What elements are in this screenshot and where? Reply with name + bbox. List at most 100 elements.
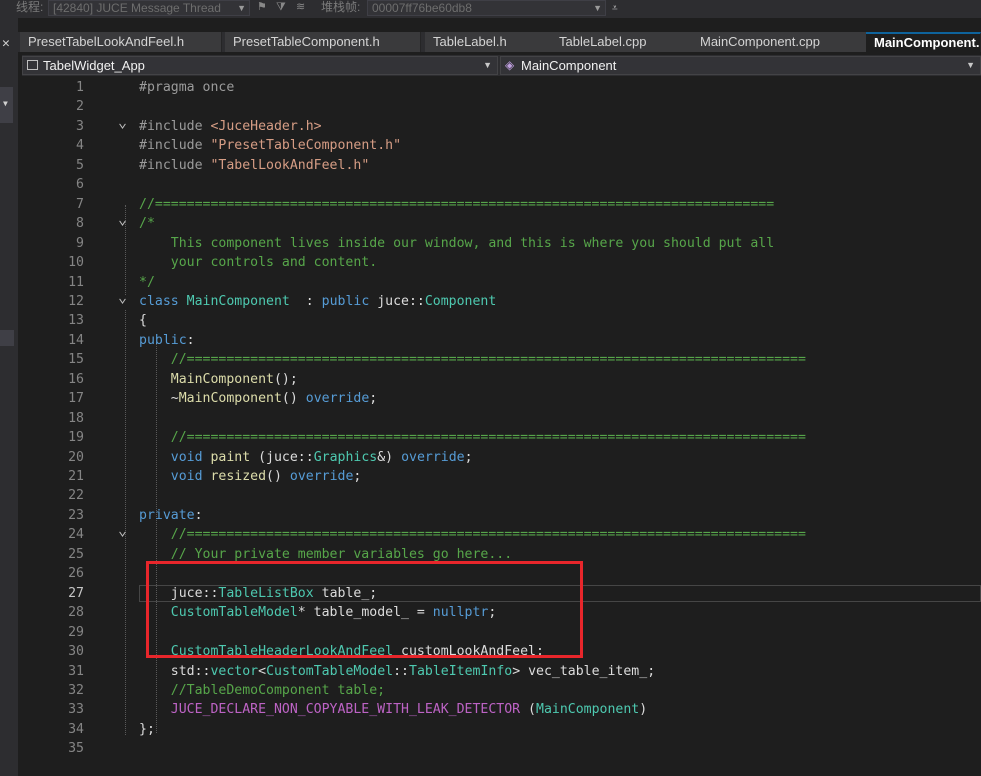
fold-toggle-icon[interactable]: ⌄: [118, 521, 127, 540]
code-token: TableItemInfo: [409, 663, 513, 679]
code-line[interactable]: 15 //===================================…: [22, 350, 981, 369]
line-number: 3: [76, 118, 84, 134]
code-text: //======================================…: [139, 350, 806, 369]
code-line[interactable]: 3 ⌄ #include <JuceHeader.h>: [22, 113, 981, 136]
tab-preset-tabel-look-and-feel-h[interactable]: PresetTabelLookAndFeel.h: [20, 32, 222, 52]
code-line[interactable]: 4 #include "PresetTableComponent.h": [22, 136, 981, 155]
code-token: override: [305, 391, 370, 407]
code-line[interactable]: 24 ⌄ //==================================…: [22, 521, 981, 544]
fold-toggle-icon[interactable]: ⌄: [118, 288, 127, 307]
code-token: ): [639, 702, 648, 718]
tab-main-component-h[interactable]: MainComponent.h: [866, 32, 981, 52]
code-token: your controls and content.: [139, 255, 378, 271]
code-line[interactable]: 34};: [22, 720, 981, 739]
annotation-highlight-box: [146, 561, 583, 658]
tab-preset-table-component-h[interactable]: PresetTableComponent.h: [225, 32, 421, 52]
code-line[interactable]: 1 #pragma once: [22, 78, 981, 97]
code-line[interactable]: 21 void resized() override;: [22, 467, 981, 486]
code-line[interactable]: 6: [22, 175, 981, 194]
debug-toolbar: 线程: [42840] JUCE Message Thread ▼ ⚑ ⧩ ≋ …: [0, 0, 981, 18]
threads-icon[interactable]: ≋: [296, 0, 305, 14]
line-number: 30: [68, 644, 84, 660]
code-line[interactable]: 14 public:: [22, 331, 981, 350]
code-token: /*: [139, 216, 155, 232]
code-token: resized: [210, 469, 267, 484]
code-line[interactable]: 8 ⌄ /*: [22, 210, 981, 233]
code-token: <JuceHeader.h>: [210, 118, 322, 134]
code-text: class MainComponent : public juce::Compo…: [139, 292, 496, 311]
code-line[interactable]: 23 private:: [22, 506, 981, 525]
code-line[interactable]: 22: [22, 486, 981, 505]
tab-main-component-cpp[interactable]: MainComponent.cpp: [692, 32, 867, 52]
line-number: 13: [68, 313, 84, 329]
filter-icon[interactable]: ⧩: [276, 0, 286, 14]
thread-select[interactable]: [42840] JUCE Message Thread ▼: [48, 0, 250, 16]
tab-table-label-cpp[interactable]: TableLabel.cpp: [551, 32, 694, 52]
code-line[interactable]: 33 JUCE_DECLARE_NON_COPYABLE_WITH_LEAK_D…: [22, 700, 981, 719]
code-line[interactable]: 18: [22, 409, 981, 428]
code-token: override: [401, 449, 465, 465]
tab-table-label-h[interactable]: TableLabel.h: [425, 32, 553, 52]
code-line[interactable]: 32 //TableDemoComponent table;: [22, 681, 981, 700]
code-line[interactable]: 9 This component lives inside our window…: [22, 234, 981, 253]
project-select[interactable]: TabelWidget_App ▼: [22, 56, 498, 75]
code-token: ::: [393, 663, 409, 679]
line-number: 9: [76, 235, 84, 251]
code-line[interactable]: 20 void paint (juce::Graphics&) override…: [22, 448, 981, 467]
chevron-down-icon: ▼: [483, 60, 492, 70]
code-text: {: [139, 311, 147, 330]
code-line[interactable]: 35: [22, 739, 981, 758]
line-number: 22: [68, 488, 84, 504]
code-line[interactable]: 13 {: [22, 311, 981, 330]
stack-value: 00007ff76be60db8: [372, 1, 472, 15]
code-line[interactable]: 16 MainComponent();: [22, 370, 981, 389]
code-token: #include: [139, 138, 211, 154]
line-number: 11: [68, 274, 84, 290]
line-number: 12: [68, 293, 84, 309]
code-editor[interactable]: 1 #pragma once 2 3 ⌄ #include <JuceHeader.h> 4…: [22, 78, 981, 776]
code-text: /*: [139, 214, 155, 233]
code-token: ;: [369, 391, 378, 407]
line-number: 6: [76, 177, 84, 193]
side-marker: [0, 330, 14, 346]
code-token: //======================================…: [139, 352, 806, 368]
code-token: This component lives inside our window, …: [139, 235, 775, 251]
code-line[interactable]: 2: [22, 97, 981, 116]
code-line[interactable]: 31 std::vector<CustomTableModel::TableIt…: [22, 662, 981, 681]
code-line[interactable]: 5 #include "TabelLookAndFeel.h": [22, 156, 981, 175]
code-text: #include "PresetTableComponent.h": [139, 136, 401, 155]
fold-toggle-icon[interactable]: ⌄: [118, 113, 127, 132]
line-number: 23: [68, 507, 84, 523]
flag-icon[interactable]: ⚑: [257, 0, 267, 14]
chevron-down-icon: ▼: [3, 99, 8, 108]
close-icon[interactable]: ✕: [2, 36, 10, 51]
code-token: <: [258, 663, 267, 679]
code-line[interactable]: 19 //===================================…: [22, 428, 981, 447]
line-number: 8: [76, 216, 84, 232]
code-token: (): [266, 469, 290, 484]
code-text: void paint (juce::Graphics&) override;: [139, 448, 473, 467]
collapse-tab[interactable]: ▼: [0, 87, 13, 123]
code-token: */: [139, 274, 155, 290]
code-token: //======================================…: [139, 430, 806, 446]
scope-select[interactable]: ◈ MainComponent ▼: [500, 56, 981, 75]
code-text: MainComponent();: [139, 370, 298, 389]
code-line[interactable]: 7 //=====================================…: [22, 195, 981, 214]
line-number: 27: [68, 585, 84, 601]
toolbar-overflow-icon[interactable]: ⩡: [612, 2, 618, 16]
code-line[interactable]: 12 ⌄ class MainComponent : public juce::Co…: [22, 288, 981, 311]
line-number: 33: [68, 702, 84, 718]
code-line[interactable]: 10 your controls and content.: [22, 253, 981, 272]
code-token: // Your private member variables go here…: [139, 546, 513, 562]
thread-value: [42840] JUCE Message Thread: [53, 1, 221, 15]
fold-toggle-icon[interactable]: ⌄: [118, 210, 127, 229]
line-number: 19: [68, 430, 84, 446]
code-line[interactable]: 17 ~MainComponent() override;: [22, 389, 981, 408]
stack-frame-select[interactable]: 00007ff76be60db8 ▼: [367, 0, 606, 16]
code-text: #pragma once: [139, 78, 234, 97]
code-token: void: [139, 469, 211, 484]
project-icon: [27, 60, 38, 70]
code-line[interactable]: 11 */: [22, 273, 981, 292]
line-number: 5: [76, 157, 84, 173]
code-token: MainComponent: [178, 391, 282, 407]
